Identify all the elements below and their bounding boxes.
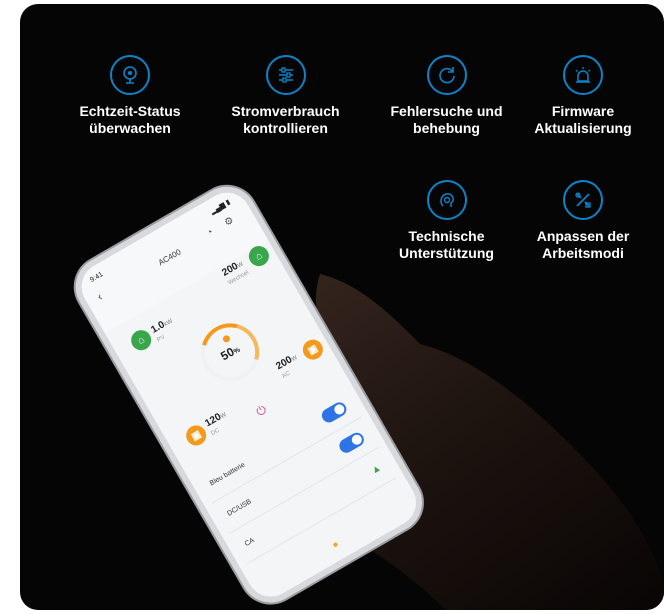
feature-realtime-status[interactable]: Echtzeit-Status überwachen xyxy=(60,55,200,137)
power-icon[interactable]: ⏻ xyxy=(254,402,270,420)
feature-firmware-update[interactable]: Firmware Aktualisierung xyxy=(523,55,643,137)
refresh-icon xyxy=(426,55,467,95)
solar-node-icon: ⌂ xyxy=(127,326,155,354)
solar-value: 1.0kW xyxy=(149,318,174,336)
feature-label: Stromverbrauch kontrollieren xyxy=(231,103,340,136)
ac-value: 200W xyxy=(274,354,299,373)
feature-label: Fehlersuche und behebung xyxy=(390,103,503,136)
status-time: 9:41 xyxy=(89,271,105,284)
dc-label: DC xyxy=(210,427,221,438)
grid-node-icon: ⌂ xyxy=(245,242,273,270)
solar-label: PV xyxy=(156,334,167,344)
battery-ring: 50% xyxy=(190,312,270,392)
feature-power-control[interactable]: Stromverbrauch kontrollieren xyxy=(213,55,358,137)
header-icons[interactable]: ◔ ⚙ xyxy=(205,212,242,239)
dc-value: 120W xyxy=(203,411,228,430)
feature-troubleshooting[interactable]: Fehlersuche und behebung xyxy=(374,55,519,137)
toggle-switch[interactable] xyxy=(319,399,349,425)
feature-label: Echtzeit-Status überwachen xyxy=(79,103,181,136)
status-indicators: ▂▄▆ ▮ xyxy=(209,198,232,216)
feature-label: Firmware Aktualisierung xyxy=(534,103,632,136)
alarm-light-icon xyxy=(563,55,603,95)
row-label: Bleu batterie xyxy=(208,461,247,487)
monitor-icon xyxy=(110,55,150,95)
ac-label: AC xyxy=(281,370,292,380)
ac-node-icon: ▣ xyxy=(299,335,327,364)
battery-dot xyxy=(221,334,232,344)
row-label: CA xyxy=(243,536,256,548)
hero-card: Echtzeit-Status überwachen Stromverbrauc… xyxy=(20,4,664,610)
tree-icon: ▲ xyxy=(369,461,384,477)
toggle-switch[interactable] xyxy=(336,430,367,456)
row-label: DC/USB xyxy=(226,497,253,518)
dc-node-icon: ▣ xyxy=(182,421,210,450)
battery-percentage: 50% xyxy=(218,344,242,364)
sliders-icon xyxy=(265,55,306,95)
